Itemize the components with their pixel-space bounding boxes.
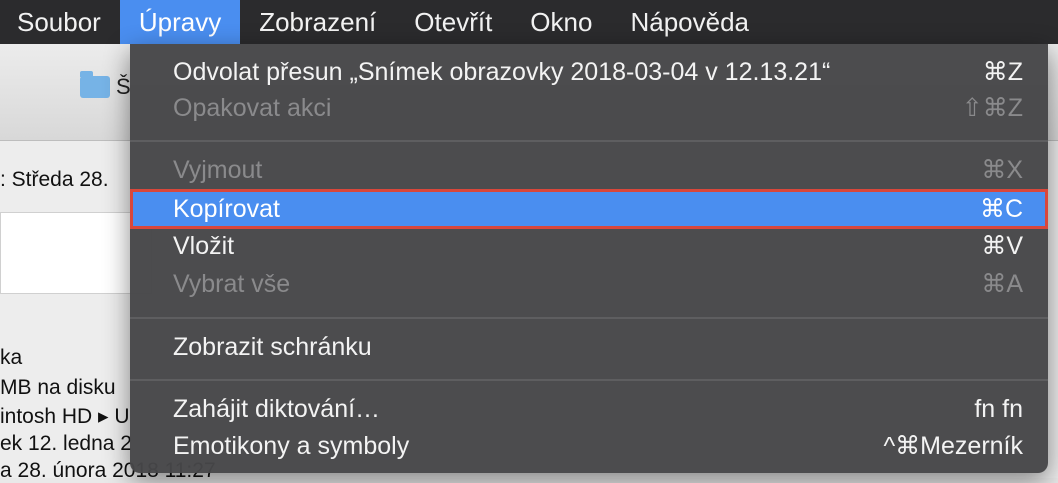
menu-item-select-all[interactable]: Vybrat vše ⌘A bbox=[130, 265, 1048, 303]
menu-item-shortcut: fn fn bbox=[974, 394, 1023, 423]
menu-item-emoji-symbols[interactable]: Emotikony a symboly ^⌘Mezerník bbox=[130, 427, 1048, 465]
menu-upravy[interactable]: Úpravy bbox=[119, 0, 241, 44]
menu-separator bbox=[130, 140, 1048, 142]
menu-item-copy[interactable]: Kopírovat ⌘C bbox=[130, 189, 1048, 229]
menu-item-undo[interactable]: Odvolat přesun „Snímek obrazovky 2018-03… bbox=[130, 53, 1048, 91]
menu-item-label: Vyjmout bbox=[173, 155, 263, 184]
menu-item-label: Kopírovat bbox=[173, 194, 281, 223]
edit-dropdown-menu: Odvolat přesun „Snímek obrazovky 2018-03… bbox=[130, 44, 1048, 473]
info-created-line: ek 12. ledna 2 bbox=[0, 432, 132, 455]
menu-zobrazeni[interactable]: Zobrazení bbox=[240, 0, 395, 44]
menu-item-redo[interactable]: Opakovat akci ⇧⌘Z bbox=[130, 89, 1048, 127]
menu-bar: Soubor Úpravy Zobrazení Otevřít Okno Náp… bbox=[0, 0, 1058, 44]
info-date-line: : Středa 28. bbox=[0, 168, 109, 191]
menu-item-start-dictation[interactable]: Zahájit diktování… fn fn bbox=[130, 390, 1048, 428]
menu-item-label: Vložit bbox=[173, 231, 235, 260]
menu-separator bbox=[130, 379, 1048, 381]
menu-item-label: Zobrazit schránku bbox=[173, 332, 372, 361]
folder-icon bbox=[80, 71, 110, 98]
menu-item-shortcut: ^⌘Mezerník bbox=[883, 432, 1023, 460]
menu-soubor[interactable]: Soubor bbox=[0, 0, 120, 44]
menu-item-shortcut: ⌘A bbox=[981, 270, 1023, 298]
info-kind-line: ka bbox=[0, 346, 23, 369]
folder-name: Š bbox=[116, 74, 131, 99]
menu-item-shortcut: ⌘V bbox=[981, 232, 1023, 260]
menu-item-shortcut: ⌘C bbox=[979, 195, 1023, 223]
menu-item-paste[interactable]: Vložit ⌘V bbox=[130, 227, 1048, 265]
menu-item-shortcut: ⌘X bbox=[981, 156, 1023, 184]
info-size-line: MB na disku bbox=[0, 376, 116, 399]
menu-item-cut[interactable]: Vyjmout ⌘X bbox=[130, 151, 1048, 189]
menu-otevrit[interactable]: Otevřít bbox=[395, 0, 511, 44]
menu-item-label: Opakovat akci bbox=[173, 93, 332, 122]
menu-item-label: Odvolat přesun „Snímek obrazovky 2018-03… bbox=[173, 57, 831, 86]
info-path-line: intosh HD ▸ U bbox=[0, 405, 130, 428]
menu-separator bbox=[130, 317, 1048, 319]
menu-napoveda[interactable]: Nápověda bbox=[611, 0, 768, 44]
menu-item-show-clipboard[interactable]: Zobrazit schránku bbox=[130, 328, 1048, 366]
menu-item-shortcut: ⌘Z bbox=[982, 58, 1023, 86]
menu-item-label: Zahájit diktování… bbox=[173, 394, 381, 423]
menu-okno[interactable]: Okno bbox=[511, 0, 611, 44]
menu-item-label: Vybrat vše bbox=[173, 269, 291, 298]
menu-item-shortcut: ⇧⌘Z bbox=[961, 94, 1023, 122]
menu-item-label: Emotikony a symboly bbox=[173, 431, 410, 460]
